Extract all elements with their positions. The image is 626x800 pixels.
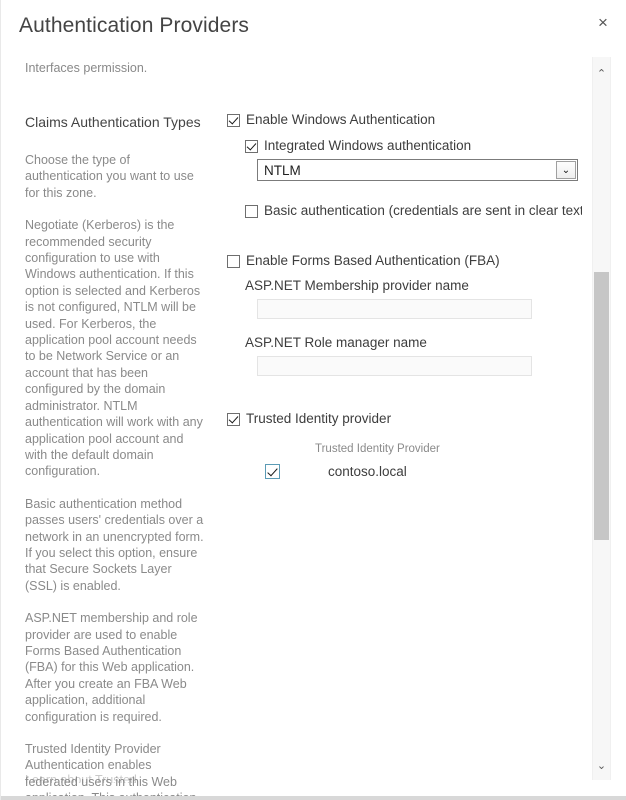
section-heading: Claims Authentication Types — [25, 114, 201, 130]
checkbox-label: Enable Forms Based Authentication (FBA) — [246, 253, 500, 268]
checkbox-enable-forms-based-authentication[interactable]: Enable Forms Based Authentication (FBA) — [227, 253, 582, 269]
trusted-identity-column-header: Trusted Identity Provider — [315, 443, 440, 455]
checkbox-icon[interactable] — [245, 205, 258, 218]
select-value: NTLM — [264, 163, 301, 178]
form-column: Enable Windows Authentication Integrated… — [227, 56, 582, 479]
vertical-scrollbar[interactable]: ⌃ ⌄ — [592, 57, 611, 780]
checkbox-basic-authentication[interactable]: Basic authentication (credentials are se… — [245, 203, 582, 219]
checkbox-icon[interactable] — [227, 114, 240, 127]
scroll-down-arrow-icon[interactable]: ⌄ — [593, 757, 610, 775]
checkbox-icon[interactable] — [245, 140, 258, 153]
checkbox-trusted-identity-provider[interactable]: Trusted Identity provider — [227, 411, 582, 427]
membership-provider-label: ASP.NET Membership provider name — [245, 278, 469, 293]
checkbox-integrated-windows-authentication[interactable]: Integrated Windows authentication — [245, 138, 582, 154]
row-role-manager: ASP.NET Role manager name — [227, 335, 582, 376]
checkbox-icon[interactable] — [227, 255, 240, 268]
row-membership-provider: ASP.NET Membership provider name — [227, 278, 582, 319]
chevron-down-icon[interactable]: ⌄ — [556, 161, 576, 179]
role-manager-input[interactable] — [257, 356, 532, 376]
authentication-providers-dialog: Authentication Providers × ⌃ ⌄ Interface… — [0, 0, 626, 800]
help-paragraph-3: Basic authentication method passes users… — [25, 496, 204, 593]
close-icon[interactable]: × — [588, 9, 618, 37]
row-fba: Enable Forms Based Authentication (FBA) — [227, 253, 582, 269]
help-column: Interfaces permission. Claims Authentica… — [25, 56, 205, 800]
scrollbar-thumb[interactable] — [594, 272, 609, 540]
row-trusted-identity: Trusted Identity provider Trusted Identi… — [227, 411, 582, 479]
role-manager-label: ASP.NET Role manager name — [245, 335, 427, 350]
help-link-clipped[interactable]: Learn about Trusted — [25, 772, 215, 783]
checkbox-icon[interactable] — [265, 464, 280, 479]
dialog-content: Interfaces permission. Claims Authentica… — [1, 56, 582, 800]
row-windows-auth: Enable Windows Authentication — [227, 112, 582, 128]
checkbox-label: Integrated Windows authentication — [264, 138, 472, 153]
help-paragraph-1: Choose the type of authentication you wa… — [25, 153, 194, 200]
help-paragraph-4: ASP.NET membership and role provider are… — [25, 611, 198, 724]
row-integrated-windows: Integrated Windows authentication NTLM ⌄ — [227, 138, 582, 181]
page-title: Authentication Providers — [19, 14, 250, 37]
dialog-bottom-bar — [1, 796, 626, 800]
trusted-identity-provider-name: contoso.local — [328, 464, 407, 479]
row-basic-auth: Basic authentication (credentials are se… — [227, 203, 582, 219]
help-paragraph-5: Trusted Identity Provider Authentication… — [25, 742, 196, 800]
list-item[interactable]: contoso.local — [265, 464, 582, 479]
checkbox-enable-windows-authentication[interactable]: Enable Windows Authentication — [227, 112, 582, 128]
checkbox-label: Trusted Identity provider — [246, 411, 392, 426]
select-integrated-windows-mode[interactable]: NTLM ⌄ — [257, 159, 578, 181]
membership-provider-input[interactable] — [257, 299, 532, 319]
checkbox-label: Enable Windows Authentication — [246, 112, 436, 127]
intro-text: Interfaces permission. — [25, 61, 148, 75]
dialog-header: Authentication Providers × — [1, 0, 626, 56]
checkbox-icon[interactable] — [227, 413, 240, 426]
checkbox-label: Basic authentication (credentials are se… — [264, 203, 582, 218]
scroll-up-arrow-icon[interactable]: ⌃ — [593, 65, 610, 83]
help-paragraph-2: Negotiate (Kerberos) is the recommended … — [25, 218, 203, 479]
